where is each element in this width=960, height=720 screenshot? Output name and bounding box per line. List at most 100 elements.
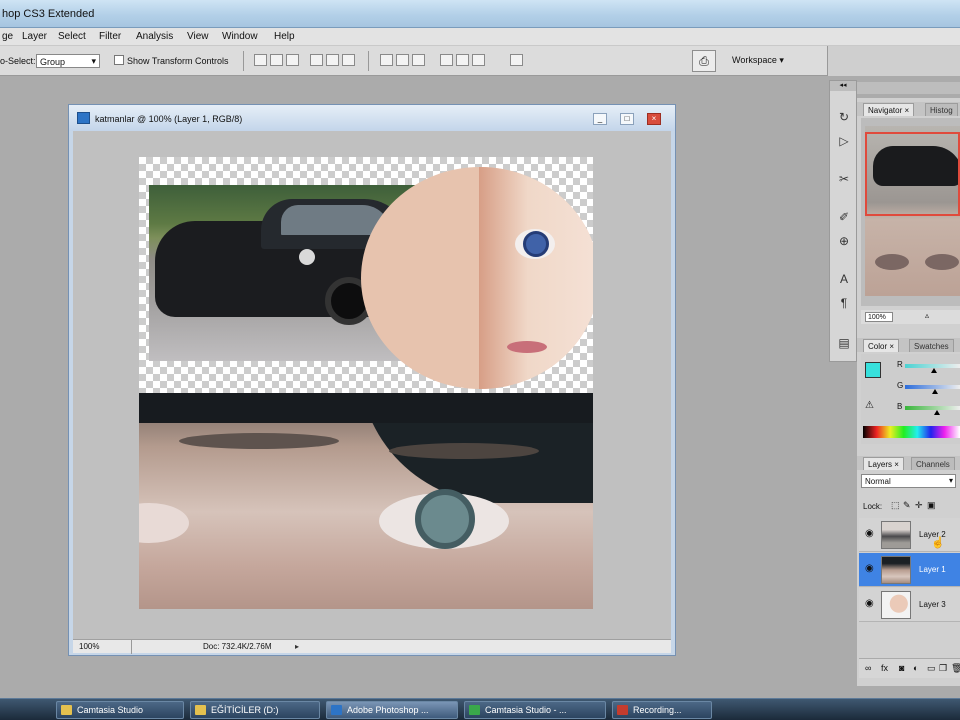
foreground-swatch[interactable] — [865, 362, 881, 378]
lock-pixels-icon[interactable]: ⬚ — [891, 500, 900, 511]
slider-r[interactable] — [905, 364, 960, 373]
fx-icon[interactable]: fx — [881, 663, 888, 673]
menu-window[interactable]: Window — [222, 31, 258, 42]
distribute-vcenter-icon[interactable] — [396, 54, 409, 66]
paragraph-icon[interactable]: ¶ — [836, 295, 852, 311]
document-titlebar[interactable]: katmanlar @ 100% (Layer 1, RGB/8) _ □ × — [69, 105, 675, 131]
auto-align-icon[interactable] — [510, 54, 523, 66]
show-transform-checkbox[interactable] — [114, 55, 124, 65]
layer-row[interactable]: ◉ Layer 3 — [859, 588, 960, 622]
character-icon[interactable]: A — [836, 271, 852, 287]
chevron-down-icon: ▾ — [91, 56, 96, 66]
align-left-icon[interactable] — [310, 54, 323, 66]
divider — [368, 51, 369, 71]
actions-icon[interactable]: ▷ — [836, 133, 852, 149]
new-layer-icon[interactable]: ❐ — [939, 663, 947, 674]
maximize-button[interactable]: □ — [620, 113, 634, 125]
taskbar-item[interactable]: Camtasia Studio - ... — [464, 701, 606, 719]
menu-help[interactable]: Help — [274, 31, 295, 42]
layer-thumbnail — [881, 521, 911, 549]
eyes-layer-image[interactable] — [139, 393, 593, 609]
color-spectrum[interactable] — [863, 426, 960, 438]
distribute-right-icon[interactable] — [472, 54, 485, 66]
distribute-bottom-icon[interactable] — [412, 54, 425, 66]
menu-select[interactable]: Select — [58, 31, 86, 42]
tab-swatches[interactable]: Swatches — [909, 339, 954, 352]
align-bottom-icon[interactable] — [286, 54, 299, 66]
taskbar-item[interactable]: EĞİTİCİLER (D:) — [190, 701, 320, 719]
visibility-eye-icon[interactable]: ◉ — [865, 528, 874, 539]
layer-row-selected[interactable]: ◉ Layer 1 — [859, 553, 960, 587]
blend-mode-dropdown[interactable]: Normal ▾ — [861, 474, 956, 488]
gamut-warning-icon[interactable]: ⚠ — [865, 400, 874, 411]
link-icon[interactable]: ∞ — [865, 663, 871, 673]
mask-icon[interactable]: ◙ — [899, 663, 904, 673]
slider-knob[interactable] — [932, 389, 939, 394]
status-menu-icon[interactable]: ▸ — [295, 642, 299, 651]
trash-icon[interactable]: 🗑 — [951, 663, 960, 674]
nav-view-box[interactable] — [865, 132, 960, 216]
navigator-thumbnail[interactable] — [865, 126, 960, 296]
color-tabrow: Color × Swatches — [857, 338, 960, 352]
tab-navigator[interactable]: Navigator × — [863, 103, 915, 116]
taskbar-item[interactable]: Recording... — [612, 701, 712, 719]
adjustment-icon[interactable]: ◐ — [913, 663, 918, 673]
chevron-down-icon: ▾ — [948, 476, 953, 485]
align-right-icon[interactable] — [342, 54, 355, 66]
slider-knob[interactable] — [930, 368, 937, 373]
menu-view[interactable]: View — [187, 31, 209, 42]
visibility-eye-icon[interactable]: ◉ — [865, 598, 874, 609]
history-icon[interactable]: ↻ — [836, 109, 852, 125]
zoom-level[interactable]: 100% — [79, 642, 99, 651]
windows-taskbar: Camtasia Studio EĞİTİCİLER (D:) Adobe Ph… — [0, 698, 960, 720]
image-canvas[interactable] — [139, 157, 593, 609]
slider-g[interactable] — [905, 385, 960, 394]
minimize-button[interactable]: _ — [593, 113, 607, 125]
lock-all-icon[interactable]: ▣ — [927, 500, 936, 511]
align-hcenter-icon[interactable] — [326, 54, 339, 66]
taskbar-item-active[interactable]: Adobe Photoshop ... — [326, 701, 458, 719]
menu-filter[interactable]: Filter — [99, 31, 121, 42]
camera-icon[interactable]: ⎙ — [692, 50, 716, 72]
right-eyebrow — [389, 443, 539, 459]
folder-icon — [195, 705, 206, 715]
distribute-left-icon[interactable] — [440, 54, 453, 66]
distribute-hcenter-icon[interactable] — [456, 54, 469, 66]
hand-cursor-icon: ☝ — [931, 537, 945, 549]
menu-layer[interactable]: Layer — [22, 31, 47, 42]
tab-channels[interactable]: Channels — [911, 457, 955, 470]
tool-presets-icon[interactable]: ✂ — [836, 171, 852, 187]
menu-analysis[interactable]: Analysis — [136, 31, 173, 42]
distribute-top-icon[interactable] — [380, 54, 393, 66]
tab-color[interactable]: Color × — [863, 339, 900, 352]
navigator-zoom[interactable]: 100% — [865, 312, 893, 322]
slider-knob[interactable] — [933, 410, 940, 415]
folder-icon[interactable]: ▭ — [927, 663, 936, 674]
layer-comps-icon[interactable]: ▤ — [836, 335, 852, 351]
layer-row[interactable]: ◉ Layer 2 ☝ — [859, 518, 960, 552]
taskbar-item[interactable]: Camtasia Studio — [56, 701, 184, 719]
channel-r-label: R — [897, 360, 903, 369]
document-workarea — [73, 131, 671, 639]
lock-paint-icon[interactable]: ✎ — [903, 500, 911, 511]
collapse-icon[interactable]: ◂◂ — [830, 81, 856, 91]
doc-size[interactable]: Doc: 732.4K/2.76M — [203, 642, 271, 651]
tab-layers[interactable]: Layers × — [863, 457, 904, 470]
slider-b[interactable] — [905, 406, 960, 415]
align-vcenter-icon[interactable] — [270, 54, 283, 66]
baby-layer-image[interactable] — [361, 167, 593, 389]
align-top-icon[interactable] — [254, 54, 267, 66]
visibility-eye-icon[interactable]: ◉ — [865, 563, 874, 574]
lock-move-icon[interactable]: ✛ — [915, 500, 923, 511]
ps-doc-icon — [77, 112, 90, 124]
options-bar: o-Select: Group ▾ Show Transform Control… — [0, 46, 960, 76]
zoom-out-icon[interactable]: ▵ — [925, 311, 929, 320]
autoselect-dropdown[interactable]: Group ▾ — [36, 54, 100, 68]
tab-histogram[interactable]: Histog — [925, 103, 958, 116]
close-button[interactable]: × — [647, 113, 661, 125]
workspace-button[interactable]: Workspace ▾ — [732, 55, 784, 66]
brushes-icon[interactable]: ✐ — [836, 209, 852, 225]
clone-source-icon[interactable]: ⊕ — [836, 233, 852, 249]
layer-name: Layer 3 — [919, 600, 946, 609]
menu-image[interactable]: ge — [2, 31, 13, 42]
